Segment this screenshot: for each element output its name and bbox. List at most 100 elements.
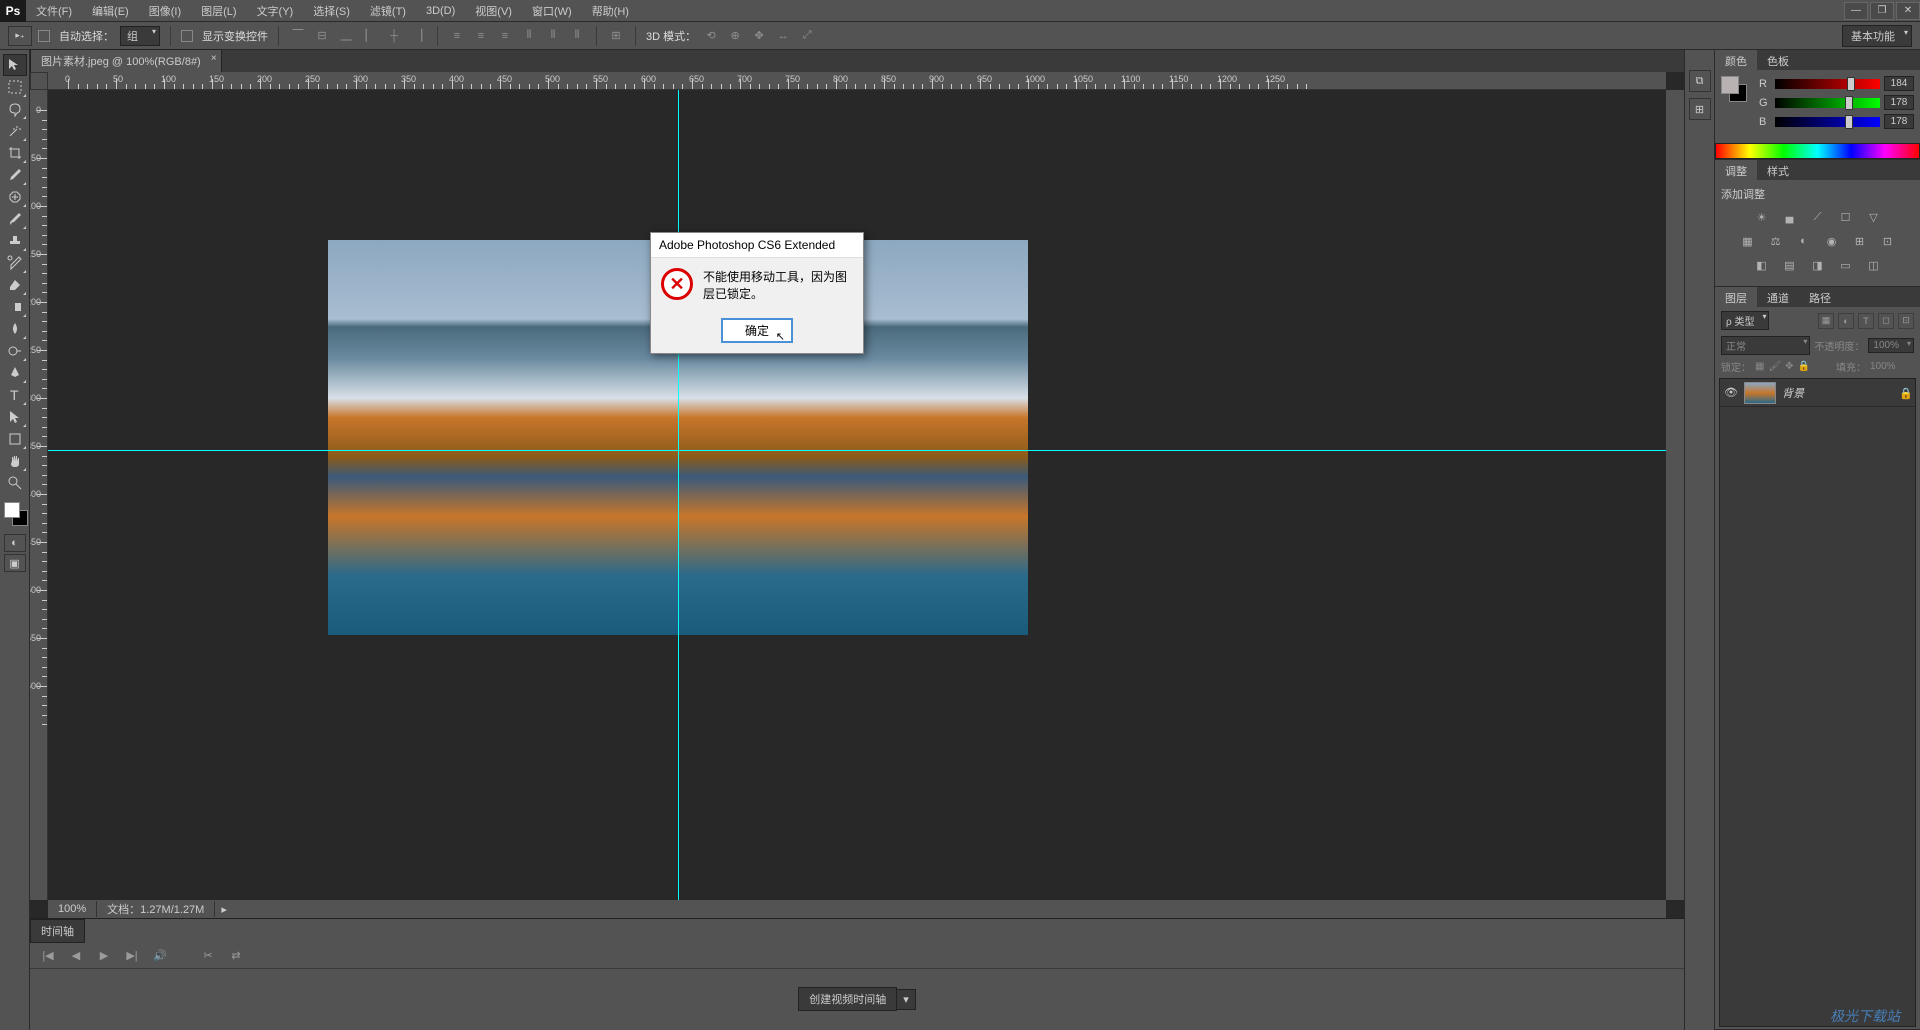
screenmode-button[interactable]: ▣ bbox=[4, 554, 26, 572]
dist-vcenter-icon[interactable]: ≡ bbox=[472, 27, 490, 45]
shape-tool[interactable] bbox=[3, 428, 27, 450]
posterize-icon[interactable]: ▤ bbox=[1781, 256, 1799, 274]
vibrance-icon[interactable]: ▽ bbox=[1865, 208, 1883, 226]
text-tool[interactable]: T bbox=[3, 384, 27, 406]
minimize-button[interactable]: — bbox=[1844, 2, 1868, 20]
dist-top-icon[interactable]: ≡ bbox=[448, 27, 466, 45]
align-left-icon[interactable]: ▏ bbox=[361, 27, 379, 45]
align-bottom-icon[interactable]: ⎽ bbox=[337, 27, 355, 45]
align-hcenter-icon[interactable]: ┼ bbox=[385, 27, 403, 45]
gradient-tool[interactable] bbox=[3, 296, 27, 318]
levels-icon[interactable]: ▄ bbox=[1781, 208, 1799, 226]
menu-file[interactable]: 文件(F) bbox=[26, 0, 82, 22]
filter-adj-icon[interactable]: ◐ bbox=[1838, 313, 1854, 329]
dodge-tool[interactable] bbox=[3, 340, 27, 362]
align-right-icon[interactable]: ▕ bbox=[409, 27, 427, 45]
blur-tool[interactable] bbox=[3, 318, 27, 340]
zoom-tool[interactable] bbox=[3, 472, 27, 494]
horizontal-ruler[interactable]: 0501001502002503003504004505005506006507… bbox=[48, 72, 1666, 90]
align-top-icon[interactable]: ⎺ bbox=[289, 27, 307, 45]
split-icon[interactable]: ✂ bbox=[198, 948, 218, 964]
invert-icon[interactable]: ◧ bbox=[1753, 256, 1771, 274]
menu-filter[interactable]: 滤镜(T) bbox=[360, 0, 416, 22]
r-value[interactable]: 184 bbox=[1884, 76, 1914, 91]
3d-pan-icon[interactable]: ✥ bbox=[750, 27, 768, 45]
brightness-icon[interactable]: ☀ bbox=[1753, 208, 1771, 226]
menu-select[interactable]: 选择(S) bbox=[303, 0, 360, 22]
visibility-icon[interactable]: 👁 bbox=[1724, 386, 1738, 400]
layer-row[interactable]: 👁 背景 🔒 bbox=[1720, 379, 1915, 407]
stamp-tool[interactable] bbox=[3, 230, 27, 252]
3d-slide-icon[interactable]: ↔ bbox=[774, 27, 792, 45]
vertical-guide[interactable] bbox=[678, 90, 679, 900]
menu-type[interactable]: 文字(Y) bbox=[247, 0, 304, 22]
play-icon[interactable]: ▶ bbox=[94, 948, 114, 964]
align-vcenter-icon[interactable]: ⊟ bbox=[313, 27, 331, 45]
close-button[interactable]: ✕ bbox=[1896, 2, 1920, 20]
3d-scale-icon[interactable]: ⤢ bbox=[798, 27, 816, 45]
swatches-tab[interactable]: 色板 bbox=[1757, 50, 1799, 70]
exposure-icon[interactable]: ☐ bbox=[1837, 208, 1855, 226]
curves-icon[interactable]: ⟋ bbox=[1809, 208, 1827, 226]
goto-first-icon[interactable]: |◀ bbox=[38, 948, 58, 964]
dist-left-icon[interactable]: ⦀ bbox=[520, 27, 538, 45]
color-swatches[interactable] bbox=[0, 500, 29, 532]
menu-view[interactable]: 视图(V) bbox=[465, 0, 522, 22]
quickmask-button[interactable]: ◐ bbox=[4, 534, 26, 552]
gradientmap-icon[interactable]: ▭ bbox=[1837, 256, 1855, 274]
create-timeline-dropdown[interactable]: ▾ bbox=[896, 989, 916, 1010]
crop-tool[interactable] bbox=[3, 142, 27, 164]
lasso-tool[interactable] bbox=[3, 98, 27, 120]
opacity-input[interactable]: 100% bbox=[1868, 338, 1914, 353]
auto-select-dropdown[interactable]: 组 bbox=[120, 26, 160, 46]
lock-pixels-icon[interactable]: 🖌 bbox=[1768, 361, 1781, 372]
dist-hcenter-icon[interactable]: ⦀ bbox=[544, 27, 562, 45]
3d-orbit-icon[interactable]: ⟲ bbox=[702, 27, 720, 45]
status-menu-icon[interactable]: ▸ bbox=[215, 903, 233, 916]
eyedropper-tool[interactable] bbox=[3, 164, 27, 186]
lock-position-icon[interactable]: ✥ bbox=[1785, 361, 1793, 372]
timeline-tab[interactable]: 时间轴 bbox=[30, 919, 85, 943]
channelmixer-icon[interactable]: ⊞ bbox=[1851, 232, 1869, 250]
auto-select-checkbox[interactable] bbox=[38, 30, 50, 42]
next-frame-icon[interactable]: ▶| bbox=[122, 948, 142, 964]
eraser-tool[interactable] bbox=[3, 274, 27, 296]
bw-icon[interactable]: ◐ bbox=[1795, 232, 1813, 250]
show-transform-checkbox[interactable] bbox=[181, 30, 193, 42]
vertical-scrollbar[interactable] bbox=[1666, 90, 1684, 900]
color-preview[interactable] bbox=[1721, 76, 1749, 104]
layer-thumbnail[interactable] bbox=[1744, 382, 1776, 404]
adjustments-tab[interactable]: 调整 bbox=[1715, 160, 1757, 180]
path-select-tool[interactable] bbox=[3, 406, 27, 428]
filter-type-dropdown[interactable]: ρ 类型 bbox=[1721, 311, 1769, 330]
fg-color-swatch[interactable] bbox=[4, 502, 20, 518]
layers-tab[interactable]: 图层 bbox=[1715, 287, 1757, 307]
filter-shape-icon[interactable]: ◻ bbox=[1878, 313, 1894, 329]
menu-image[interactable]: 图像(I) bbox=[139, 0, 191, 22]
g-slider[interactable] bbox=[1775, 98, 1880, 108]
hand-tool[interactable] bbox=[3, 450, 27, 472]
threshold-icon[interactable]: ◨ bbox=[1809, 256, 1827, 274]
menu-window[interactable]: 窗口(W) bbox=[522, 0, 582, 22]
brush-tool[interactable] bbox=[3, 208, 27, 230]
blend-mode-dropdown[interactable]: 正常 bbox=[1721, 336, 1810, 355]
paths-tab[interactable]: 路径 bbox=[1799, 287, 1841, 307]
color-tab[interactable]: 颜色 bbox=[1715, 50, 1757, 70]
dist-bottom-icon[interactable]: ≡ bbox=[496, 27, 514, 45]
canvas-viewport[interactable] bbox=[48, 90, 1666, 900]
prev-frame-icon[interactable]: ◀ bbox=[66, 948, 86, 964]
colorbalance-icon[interactable]: ⚖ bbox=[1767, 232, 1785, 250]
menu-3d[interactable]: 3D(D) bbox=[416, 0, 465, 22]
ok-button[interactable]: 确定↖ bbox=[721, 318, 793, 343]
styles-tab[interactable]: 样式 bbox=[1757, 160, 1799, 180]
color-spectrum[interactable] bbox=[1715, 143, 1920, 159]
history-panel-icon[interactable]: ⧉ bbox=[1689, 70, 1711, 92]
r-slider[interactable] bbox=[1775, 79, 1880, 89]
close-tab-icon[interactable]: × bbox=[211, 53, 217, 64]
horizontal-guide[interactable] bbox=[48, 450, 1666, 451]
b-slider[interactable] bbox=[1775, 117, 1880, 127]
filter-smart-icon[interactable]: ⊡ bbox=[1898, 313, 1914, 329]
workspace-switcher[interactable]: 基本功能 bbox=[1842, 25, 1912, 47]
zoom-level[interactable]: 100% bbox=[48, 903, 96, 915]
menu-help[interactable]: 帮助(H) bbox=[582, 0, 639, 22]
